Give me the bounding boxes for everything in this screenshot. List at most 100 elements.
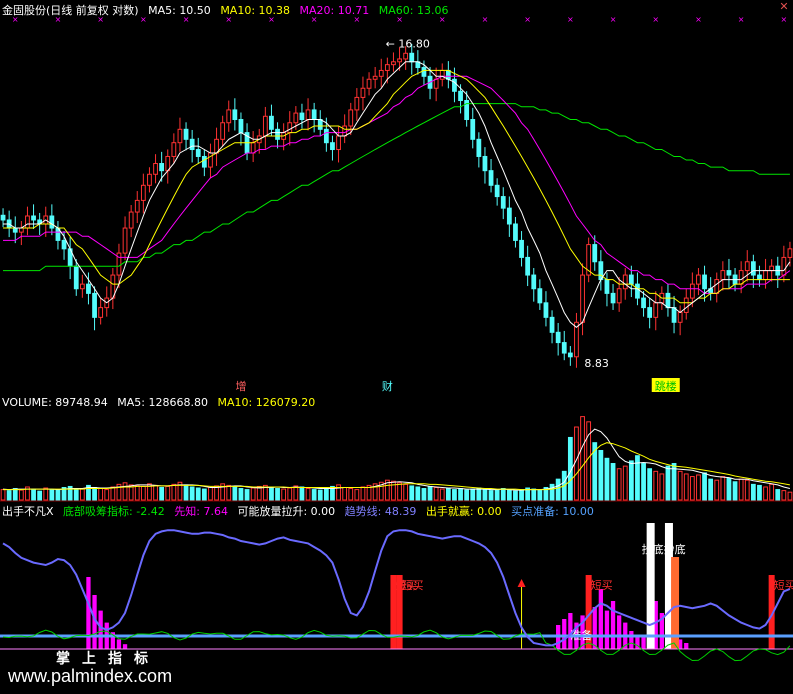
candle-up <box>439 69 445 80</box>
candle-down <box>195 149 201 157</box>
volume-bar <box>226 484 232 501</box>
maidian-label: 买点准备: <box>511 505 559 518</box>
volume-bar <box>458 488 463 501</box>
qushi-value: 48.39 <box>384 505 417 518</box>
volume-bar <box>647 468 653 501</box>
candle-up <box>714 279 720 294</box>
volume-bar <box>18 489 24 501</box>
candle-up <box>366 78 372 89</box>
volume-bar <box>73 488 79 501</box>
candle-down <box>73 265 79 290</box>
candle-up <box>177 128 183 144</box>
volume-bar <box>628 460 634 501</box>
candle-up <box>79 283 85 290</box>
bottom-bar <box>598 589 603 649</box>
signal-marker: × <box>55 15 62 24</box>
volume-bar <box>275 488 280 501</box>
close-icon[interactable]: ✕ <box>779 1 789 12</box>
volume-bar <box>165 485 171 501</box>
volume-bar <box>635 455 640 501</box>
signal-marker: × <box>610 15 617 24</box>
vol-ma5-label: MA5: <box>117 396 146 409</box>
signal-marker: × <box>695 15 702 24</box>
candle-up <box>763 270 768 281</box>
buy-bar <box>396 575 403 649</box>
volume-value: 89748.94 <box>55 396 108 409</box>
volume-bar <box>720 476 726 501</box>
volume-bar <box>659 473 665 501</box>
volume-bar <box>702 472 707 501</box>
volume-bar <box>439 488 445 501</box>
candle-down <box>61 239 67 250</box>
candle-up <box>689 283 695 299</box>
volume-bar <box>476 487 482 501</box>
volume-bar <box>689 476 695 501</box>
candle-up <box>360 87 366 98</box>
volume-bar <box>134 485 140 501</box>
volume-bar <box>744 479 750 501</box>
candle-down <box>330 142 335 151</box>
candle-up <box>720 270 726 281</box>
candle-down <box>635 283 640 299</box>
volume-pane-header: VOLUME: 89748.94 MA5: 128668.80 MA10: 12… <box>2 396 321 410</box>
buy-label: 短买 <box>591 578 613 592</box>
candle-down <box>641 297 646 309</box>
volume-bar <box>6 490 12 501</box>
candle-down <box>299 112 305 121</box>
volume-bar <box>604 457 610 501</box>
candle-down <box>702 274 707 290</box>
chart-root: 金固股份(日线 前复权 对数) MA5: 10.50 MA10: 10.38 M… <box>0 0 793 694</box>
candle-down <box>500 196 506 209</box>
candle-up <box>128 211 134 229</box>
watermark-url: www.palmindex.com <box>8 666 173 686</box>
volume-bar <box>269 486 274 501</box>
volume-pane <box>0 416 793 502</box>
volume-bar <box>293 485 299 501</box>
signal-marker: × <box>12 15 19 24</box>
volume-bar <box>537 489 543 501</box>
volume-bar <box>549 483 555 501</box>
candle-down <box>275 128 280 140</box>
candle-up <box>226 109 232 124</box>
signal-marker: × <box>268 15 275 24</box>
signal-marker: × <box>439 15 446 24</box>
candle-down <box>494 184 500 198</box>
candle-up <box>781 256 787 276</box>
candle-down <box>86 283 91 294</box>
candle-up <box>305 109 311 121</box>
candle-down <box>671 307 677 323</box>
candle-down <box>159 163 165 172</box>
candle-down <box>458 90 463 102</box>
volume-bar <box>775 489 781 501</box>
volume-bar <box>354 489 360 501</box>
candle-down <box>525 256 531 276</box>
signal-marker: × <box>183 15 190 24</box>
candle-down <box>476 138 482 157</box>
volume-bar <box>153 484 158 501</box>
signal-marker: × <box>482 15 489 24</box>
candle-up <box>348 109 354 127</box>
candle-down <box>750 261 756 276</box>
candle-down <box>49 215 55 229</box>
volume-bar <box>610 463 616 501</box>
volume-bar <box>37 490 43 501</box>
volume-bar <box>433 486 439 501</box>
volume-bar <box>250 487 256 501</box>
dibu-label: 底部吸筹指标: <box>63 505 133 518</box>
maidian-value: 10.00 <box>562 505 594 518</box>
volume-bar <box>311 489 317 501</box>
volume-bar <box>183 484 189 501</box>
volume-bar <box>415 486 421 501</box>
candle-down <box>531 274 537 290</box>
volume-bar <box>787 491 793 501</box>
candle-down <box>0 214 6 221</box>
bottom-bar <box>684 643 689 649</box>
volume-bar <box>506 489 512 501</box>
volume-bar <box>391 480 396 501</box>
ma5-line <box>3 61 791 328</box>
volume-bar <box>519 489 524 501</box>
volume-bar <box>409 485 415 501</box>
candle-down <box>604 279 610 294</box>
volume-bar <box>98 488 104 501</box>
candle-down <box>665 292 671 309</box>
